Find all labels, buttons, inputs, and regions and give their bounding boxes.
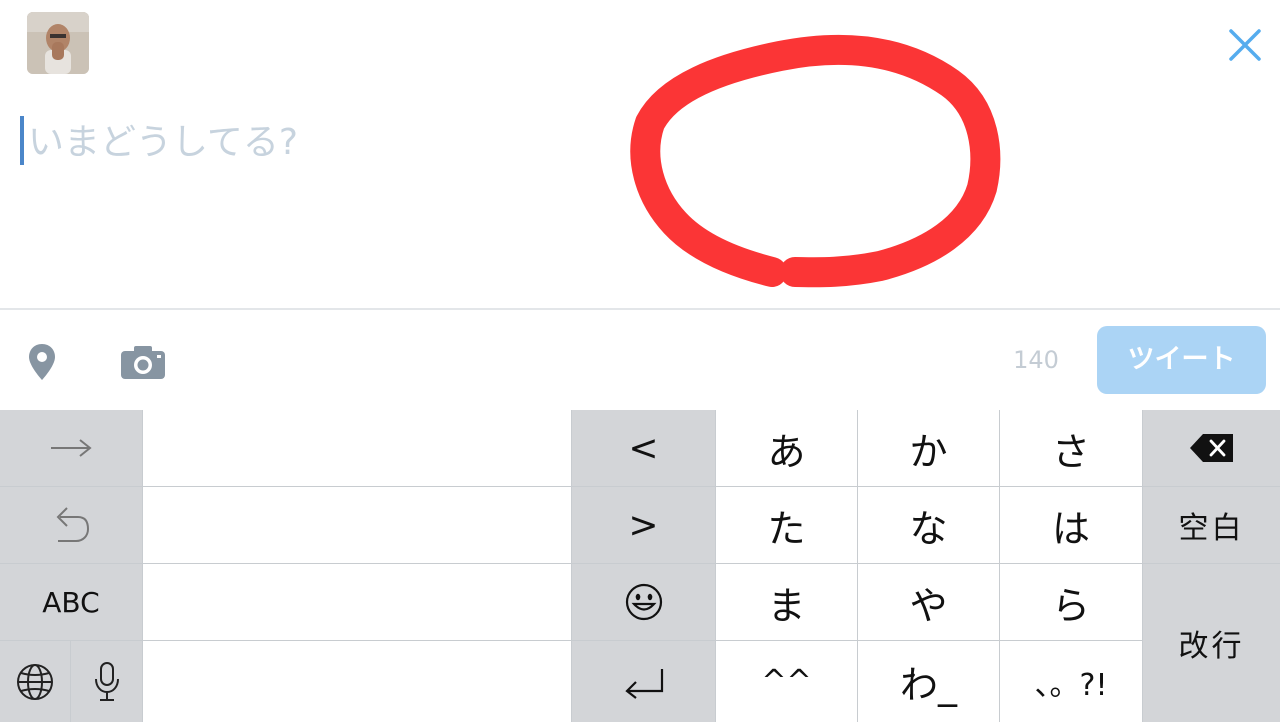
kana-key-ra[interactable]: ら <box>1000 564 1142 640</box>
enter-key-label: 改行 <box>1178 629 1245 664</box>
kana-key-ma[interactable]: ま <box>716 564 857 640</box>
kana-key-ya[interactable]: や <box>858 564 999 640</box>
close-button[interactable] <box>1222 22 1268 68</box>
candidate-row-3 <box>143 564 571 640</box>
delete-icon <box>1189 434 1233 462</box>
kana-key-ta[interactable]: た <box>716 487 857 563</box>
kana-key-punctuation[interactable]: 、。?! <box>1000 641 1142 722</box>
kana-key-na[interactable]: な <box>858 487 999 563</box>
space-key-label: 空白 <box>1178 511 1245 546</box>
kana-key-label: さ <box>1051 429 1090 474</box>
microphone-key[interactable] <box>71 641 142 722</box>
cursor-right-key[interactable]: > <box>572 487 715 563</box>
kana-key-label: な <box>909 506 948 551</box>
compose-area <box>0 0 1280 308</box>
kana-key-label: た <box>767 506 806 551</box>
close-icon <box>1229 29 1261 61</box>
location-button[interactable] <box>26 342 58 382</box>
return-icon <box>624 668 663 699</box>
candidate-row-1 <box>143 410 571 486</box>
kana-key-a[interactable]: あ <box>716 410 857 486</box>
kana-key-label: は <box>1051 506 1090 551</box>
japanese-kana-keyboard: ABC < > あ か さ た な は ま や ら ^^ わ_ 、。?! 空白 … <box>0 410 1280 722</box>
cursor-left-label: < <box>628 427 659 469</box>
globe-icon <box>17 663 53 700</box>
space-key[interactable]: 空白 <box>1143 487 1280 563</box>
kana-key-wa[interactable]: わ_ <box>858 641 999 722</box>
kana-key-kaomoji[interactable]: ^^ <box>716 641 857 722</box>
candidate-row-2 <box>143 487 571 563</box>
emoji-key[interactable] <box>572 564 715 640</box>
location-pin-icon <box>29 344 55 380</box>
candidate-row-4 <box>143 641 571 722</box>
red-circle-annotation <box>630 34 1001 288</box>
compose-toolbar: 140 ツイート <box>0 310 1280 410</box>
kana-key-label: あ <box>767 429 806 474</box>
kana-key-sa[interactable]: さ <box>1000 410 1142 486</box>
kana-key-ka[interactable]: か <box>858 410 999 486</box>
delete-key[interactable] <box>1143 410 1280 486</box>
kana-key-label: ら <box>1051 583 1090 628</box>
return-key[interactable] <box>572 641 715 722</box>
camera-button[interactable] <box>118 344 168 380</box>
cursor-right-label: > <box>628 504 659 546</box>
kana-key-label: 、。?! <box>1034 667 1108 703</box>
tweet-compose-screen: 140 ツイート ABC <box>0 0 1280 722</box>
enter-key[interactable]: 改行 <box>1143 564 1280 722</box>
cursor-left-key[interactable]: < <box>572 410 715 486</box>
kana-key-label: わ_ <box>899 663 957 707</box>
emoji-icon <box>625 583 662 621</box>
abc-key-label: ABC <box>42 585 100 619</box>
character-counter: 140 <box>1013 346 1059 374</box>
kana-key-label: ^^ <box>761 664 812 699</box>
microphone-icon <box>94 661 119 701</box>
avatar[interactable] <box>27 12 89 74</box>
kana-key-label: か <box>909 429 948 474</box>
tweet-text-input[interactable] <box>28 116 588 168</box>
abc-key[interactable]: ABC <box>0 564 142 640</box>
kana-key-label: や <box>909 583 948 628</box>
kana-key-label: ま <box>767 583 806 628</box>
undo-icon <box>56 507 90 542</box>
undo-key[interactable] <box>0 487 142 563</box>
next-candidate-key[interactable] <box>0 410 142 486</box>
camera-icon <box>121 346 165 379</box>
globe-key[interactable] <box>0 641 70 722</box>
tweet-button[interactable]: ツイート <box>1097 326 1266 394</box>
text-caret <box>20 116 24 165</box>
kana-key-ha[interactable]: は <box>1000 487 1142 563</box>
arrow-right-icon <box>51 439 92 457</box>
